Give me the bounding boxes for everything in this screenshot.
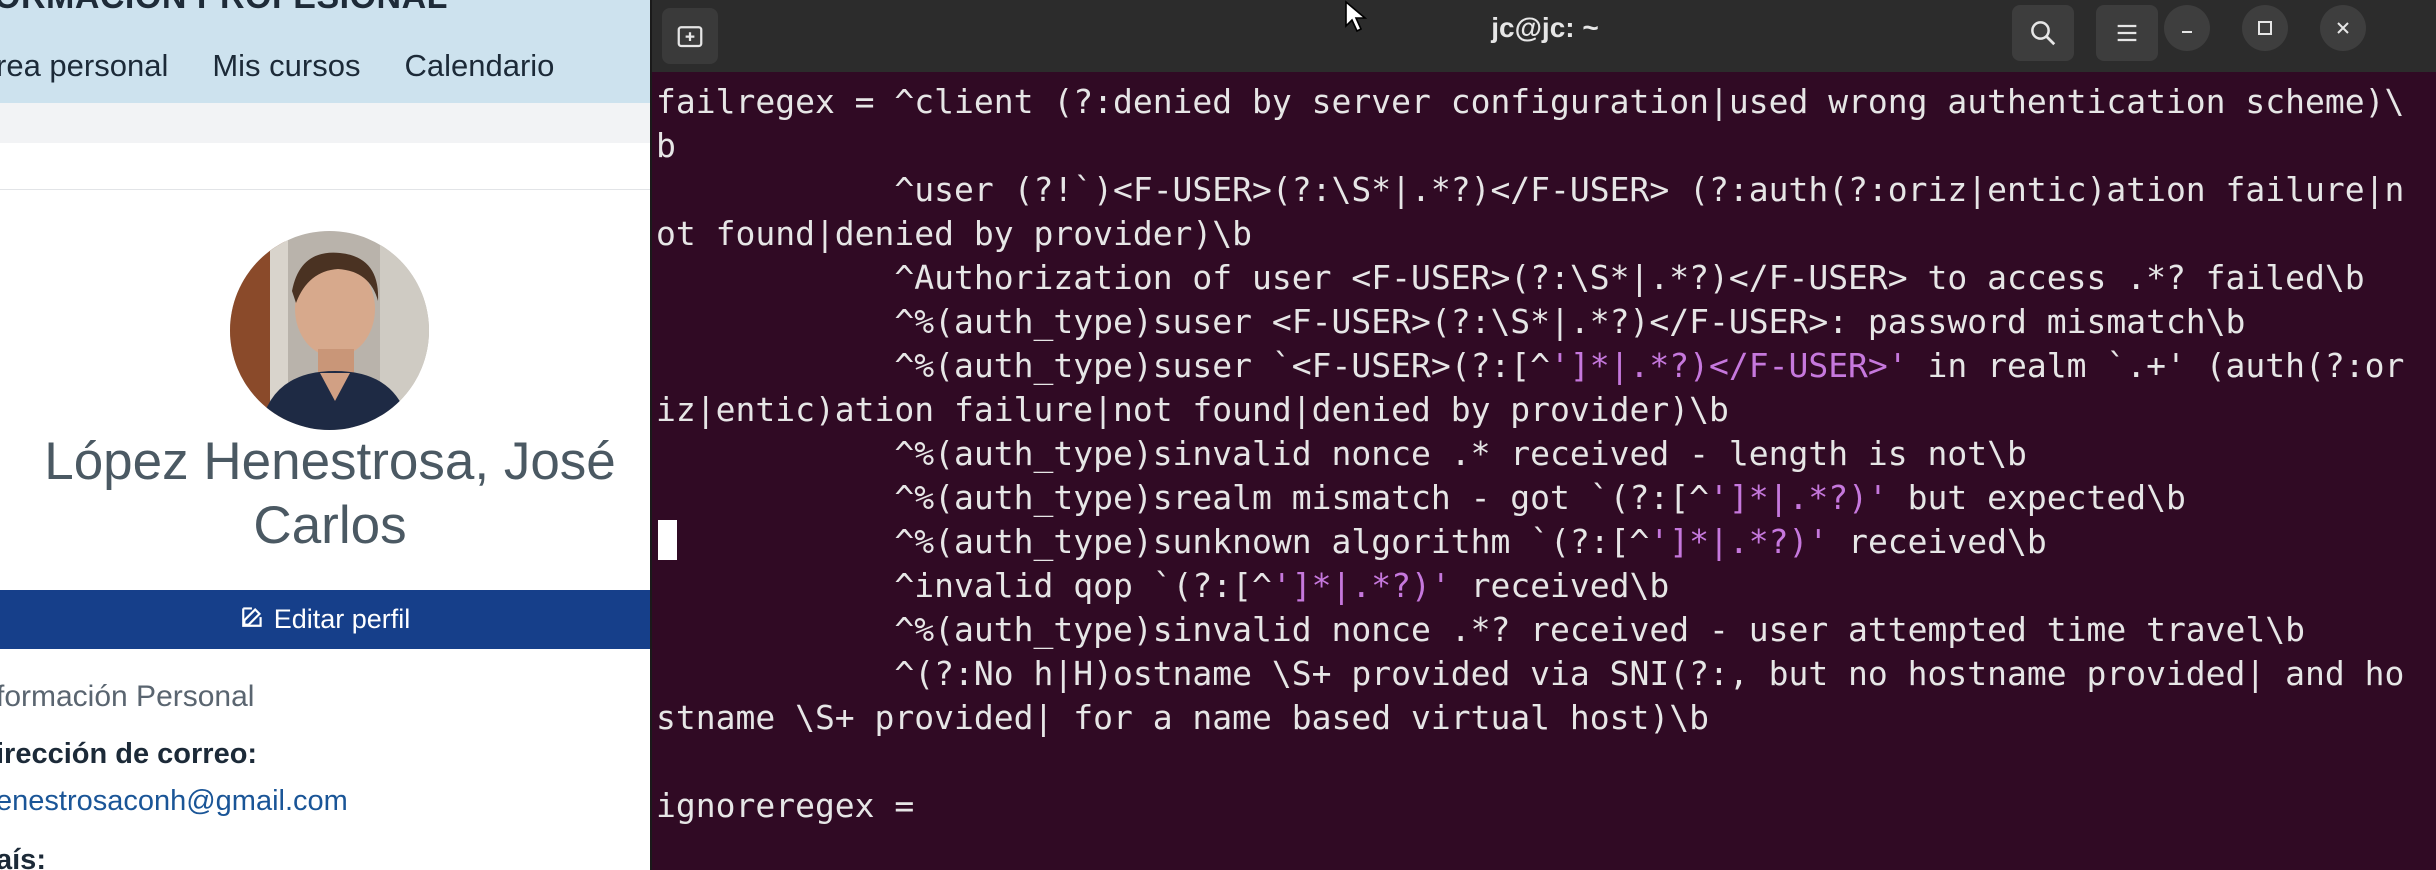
email-label: irección de correo: [0,738,258,770]
terminal-line: failregex = ^client (?:denied by server … [656,80,2404,124]
avatar [230,231,429,430]
edit-profile-button[interactable]: Editar perfil [0,590,650,649]
terminal-line: iz|entic)ation failure|not found|denied … [656,388,2404,432]
terminal-text-segment: ^%(auth_type)suser <F-USER>(?:\S*|.*?)</… [656,302,2246,341]
mouse-pointer-icon [1345,0,1368,33]
terminal-text-segment: received\b [1828,522,2047,561]
terminal-line: ^%(auth_type)sunknown algorithm `(?:[^']… [656,520,2404,564]
profile-name: López Henestrosa, José Carlos [44,432,616,555]
terminal-text-segment: ^%(auth_type)sinvalid nonce .* received … [656,434,2027,473]
avatar-image [230,231,429,430]
close-icon [2337,22,2349,34]
pencil-edit-icon [240,603,266,636]
terminal-text-segment: ^invalid qop `(?:[^ [656,566,1272,605]
terminal-line: ^Authorization of user <F-USER>(?:\S*|.*… [656,256,2404,300]
email-link[interactable]: enestrosaconh@gmail.com [0,785,348,818]
main-nav: rea personal Mis cursos Calendario [0,46,598,86]
menu-button[interactable] [2096,5,2158,61]
terminal-line: ignoreregex = [656,784,2404,828]
terminal-string-segment: ']*|.*?)' [1271,566,1451,605]
terminal-line: ^user (?!`)<F-USER>(?:\S*|.*?)</F-USER> … [656,168,2404,212]
terminal-text-segment: ^%(auth_type)sunknown algorithm `(?:[^ [656,522,1650,561]
terminal-cursor [658,520,677,560]
terminal-text-segment: ^Authorization of user <F-USER>(?:\S*|.*… [656,258,2365,297]
terminal-text-segment: stname \S+ provided| for a name based vi… [656,698,1709,737]
minimize-icon [2182,31,2192,33]
terminal-text: failregex = ^client (?:denied by server … [656,80,2404,828]
section-title: formación Personal [0,680,255,713]
terminal-line: ^%(auth_type)srealm mismatch - got `(?:[… [656,476,2404,520]
terminal-line: ^%(auth_type)sinvalid nonce .*? received… [656,608,2404,652]
nav-item-area-personal[interactable]: rea personal [0,46,168,86]
terminal-output[interactable]: failregex = ^client (?:denied by server … [652,72,2436,870]
terminal-line: ^(?:No h|H)ostname \S+ provided via SNI(… [656,652,2404,696]
terminal-text-segment: b [656,126,676,165]
edit-profile-label: Editar perfil [273,604,411,634]
terminal-text-segment: ^%(auth_type)srealm mismatch - got `(?:[… [656,478,1709,517]
terminal-line: ^invalid qop `(?:[^']*|.*?)' received\b [656,564,2404,608]
terminal-string-segment: ']*|.*?)' [1709,478,1888,517]
search-button[interactable] [2012,5,2074,61]
site-header: ORMACION PROFESIONAL rea personal Mis cu… [0,0,660,103]
terminal-text-segment: ^%(auth_type)sinvalid nonce .*? received… [656,610,2306,649]
terminal-text-segment: ignoreregex = [656,786,915,825]
close-button[interactable] [2320,5,2366,51]
page-header-band [0,103,660,143]
terminal-text-segment: ^(?:No h|H)ostname \S+ provided via SNI(… [656,654,2405,693]
terminal-line: ot found|denied by provider)\b [656,212,2404,256]
terminal-text-segment: failregex = ^client (?:denied by server … [656,82,2405,121]
site-title[interactable]: ORMACION PROFESIONAL [0,0,448,17]
terminal-text-segment: ot found|denied by provider)\b [656,214,1253,253]
terminal-window[interactable]: jc@jc: ~ failregex = ^client (?:denied b… [650,0,2436,870]
terminal-string-segment: ']*|.*?)</F-USER>' [1550,346,1908,385]
terminal-text-segment: but expected\b [1887,478,2186,517]
terminal-titlebar[interactable]: jc@jc: ~ [652,0,2436,72]
terminal-line: ^%(auth_type)suser `<F-USER>(?:[^']*|.*?… [656,344,2404,388]
search-icon [2031,21,2056,46]
hamburger-menu-icon [2117,24,2137,42]
country-label: aís: [0,844,46,870]
terminal-line: stname \S+ provided| for a name based vi… [656,696,2404,740]
browser-window: ORMACION PROFESIONAL rea personal Mis cu… [0,0,660,870]
terminal-text-segment: received\b [1450,566,1670,605]
nav-item-mis-cursos[interactable]: Mis cursos [212,46,360,86]
terminal-text-segment: in realm `.+' (auth(?:or [1907,346,2405,385]
divider [0,189,660,190]
terminal-line: ^%(auth_type)suser <F-USER>(?:\S*|.*?)</… [656,300,2404,344]
terminal-string-segment: ']*|.*?)' [1649,522,1829,561]
minimize-button[interactable] [2164,5,2210,51]
nav-item-calendario[interactable]: Calendario [404,46,554,86]
terminal-text-segment: ^user (?!`)<F-USER>(?:\S*|.*?)</F-USER> … [656,170,2405,209]
terminal-text-segment: ^%(auth_type)suser `<F-USER>(?:[^ [656,346,1551,385]
terminal-line: b [656,124,2404,168]
terminal-text-segment: iz|entic)ation failure|not found|denied … [656,390,1729,429]
maximize-icon [2258,21,2272,35]
maximize-button[interactable] [2242,5,2288,51]
terminal-line: ^%(auth_type)sinvalid nonce .* received … [656,432,2404,476]
